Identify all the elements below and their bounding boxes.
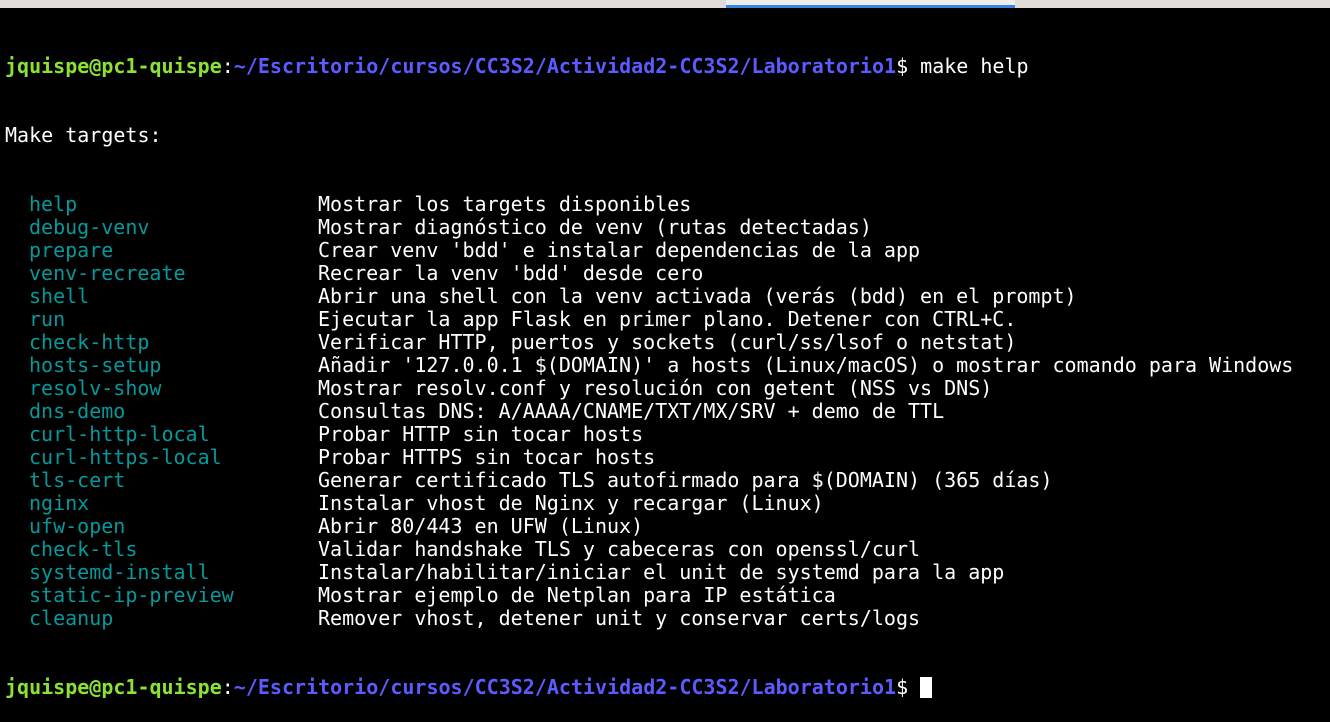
target-name: nginx bbox=[29, 491, 90, 515]
prompt-path: ~/Escritorio/cursos/CC3S2/Actividad2-CC3… bbox=[233, 54, 897, 78]
target-name: static-ip-preview bbox=[29, 583, 234, 607]
target-row: static-ip-preview Mostrar ejemplo de Netp… bbox=[5, 584, 1330, 607]
target-description: Recrear la venv 'bdd' desde cero bbox=[318, 261, 704, 285]
target-row: resolv-show Mostrar resolv.conf y resoluc… bbox=[5, 377, 1330, 400]
prompt-user-host: jquispe@pc1-quispe bbox=[5, 54, 222, 78]
target-description: Remover vhost, detener unit y conservar … bbox=[318, 606, 921, 630]
prompt-user-host: jquispe@pc1-quispe bbox=[5, 675, 222, 699]
target-row: hosts-setup Añadir '127.0.0.1 $(DOMAIN)' … bbox=[5, 354, 1330, 377]
target-row: run Ejecutar la app Flask en primer plano… bbox=[5, 308, 1330, 331]
target-description: Mostrar los targets disponibles bbox=[318, 192, 692, 216]
target-row: help Mostrar los targets disponibles bbox=[5, 193, 1330, 216]
target-row: check-http Verificar HTTP, puertos y sock… bbox=[5, 331, 1330, 354]
target-description: Abrir una shell con la venv activada (ve… bbox=[318, 284, 1077, 308]
target-description: Mostrar resolv.conf y resolución con get… bbox=[318, 376, 993, 400]
target-description: Abrir 80/443 en UFW (Linux) bbox=[318, 514, 644, 538]
target-name: shell bbox=[29, 284, 90, 308]
target-row: systemd-install Instalar/habilitar/inicia… bbox=[5, 561, 1330, 584]
target-row: shell Abrir una shell con la venv activad… bbox=[5, 285, 1330, 308]
prompt-path: ~/Escritorio/cursos/CC3S2/Actividad2-CC3… bbox=[233, 675, 897, 699]
target-description: Generar certificado TLS autofirmado para… bbox=[318, 468, 1053, 492]
target-name: ufw-open bbox=[29, 514, 126, 538]
target-name: venv-recreate bbox=[29, 261, 186, 285]
active-tab[interactable] bbox=[726, 0, 1015, 8]
command-text: make help bbox=[908, 54, 1029, 78]
target-name: dns-demo bbox=[29, 399, 126, 423]
target-row: tls-cert Generar certificado TLS autofirm… bbox=[5, 469, 1330, 492]
target-description: Validar handshake TLS y cabeceras con op… bbox=[318, 537, 921, 561]
target-description: Verificar HTTP, puertos y sockets (curl/… bbox=[318, 330, 1017, 354]
prompt-separator: : bbox=[221, 54, 234, 78]
target-name: tls-cert bbox=[29, 468, 126, 492]
prompt-line: jquispe@pc1-quispe:~/Escritorio/cursos/C… bbox=[5, 55, 1330, 78]
target-description: Mostrar ejemplo de Netplan para IP estát… bbox=[318, 583, 836, 607]
target-description: Ejecutar la app Flask en primer plano. D… bbox=[318, 307, 1017, 331]
target-name: prepare bbox=[29, 238, 114, 262]
target-description: Crear venv 'bdd' e instalar dependencias… bbox=[318, 238, 921, 262]
target-description: Instalar/habilitar/iniciar el unit de sy… bbox=[318, 560, 1005, 584]
target-description: Probar HTTP sin tocar hosts bbox=[318, 422, 644, 446]
target-row: debug-venv Mostrar diagnóstico de venv (r… bbox=[5, 216, 1330, 239]
target-name: run bbox=[29, 307, 66, 331]
target-description: Probar HTTPS sin tocar hosts bbox=[318, 445, 656, 469]
target-description: Consultas DNS: A/AAAA/CNAME/TXT/MX/SRV +… bbox=[318, 399, 945, 423]
target-name: curl-http-local bbox=[29, 422, 210, 446]
target-name: help bbox=[29, 192, 78, 216]
target-row: curl-https-local Probar HTTPS sin tocar h… bbox=[5, 446, 1330, 469]
target-name: debug-venv bbox=[29, 215, 150, 239]
target-row: curl-http-local Probar HTTP sin tocar hos… bbox=[5, 423, 1330, 446]
target-name: check-tls bbox=[29, 537, 138, 561]
target-name: curl-https-local bbox=[29, 445, 222, 469]
tab-bar bbox=[0, 0, 1330, 8]
target-row: ufw-open Abrir 80/443 en UFW (Linux) bbox=[5, 515, 1330, 538]
target-name: check-http bbox=[29, 330, 150, 354]
target-row: venv-recreate Recrear la venv 'bdd' desde… bbox=[5, 262, 1330, 285]
text-cursor bbox=[920, 677, 933, 698]
active-tab-indicator bbox=[726, 5, 1015, 8]
target-name: hosts-setup bbox=[29, 353, 162, 377]
target-row: dns-demo Consultas DNS: A/AAAA/CNAME/TXT/… bbox=[5, 400, 1330, 423]
target-description: Instalar vhost de Nginx y recargar (Linu… bbox=[318, 491, 824, 515]
target-name: systemd-install bbox=[29, 560, 210, 584]
target-name: resolv-show bbox=[29, 376, 162, 400]
targets-list: help Mostrar los targets disponibles debug… bbox=[5, 193, 1330, 630]
prompt-line-current: jquispe@pc1-quispe:~/Escritorio/cursos/C… bbox=[5, 676, 1330, 699]
target-row: cleanup Remover vhost, detener unit y con… bbox=[5, 607, 1330, 630]
terminal-output[interactable]: jquispe@pc1-quispe:~/Escritorio/cursos/C… bbox=[5, 9, 1330, 722]
target-description: Añadir '127.0.0.1 $(DOMAIN)' a hosts (Li… bbox=[318, 353, 1294, 377]
target-row: nginx Instalar vhost de Nginx y recargar … bbox=[5, 492, 1330, 515]
prompt-symbol: $ bbox=[896, 54, 909, 78]
target-name: cleanup bbox=[29, 606, 114, 630]
target-row: prepare Crear venv 'bdd' e instalar depen… bbox=[5, 239, 1330, 262]
prompt-separator: : bbox=[221, 675, 234, 699]
target-row: check-tls Validar handshake TLS y cabecer… bbox=[5, 538, 1330, 561]
prompt-symbol: $ bbox=[896, 675, 909, 699]
target-description: Mostrar diagnóstico de venv (rutas detec… bbox=[318, 215, 872, 239]
make-targets-header: Make targets: bbox=[5, 123, 162, 147]
